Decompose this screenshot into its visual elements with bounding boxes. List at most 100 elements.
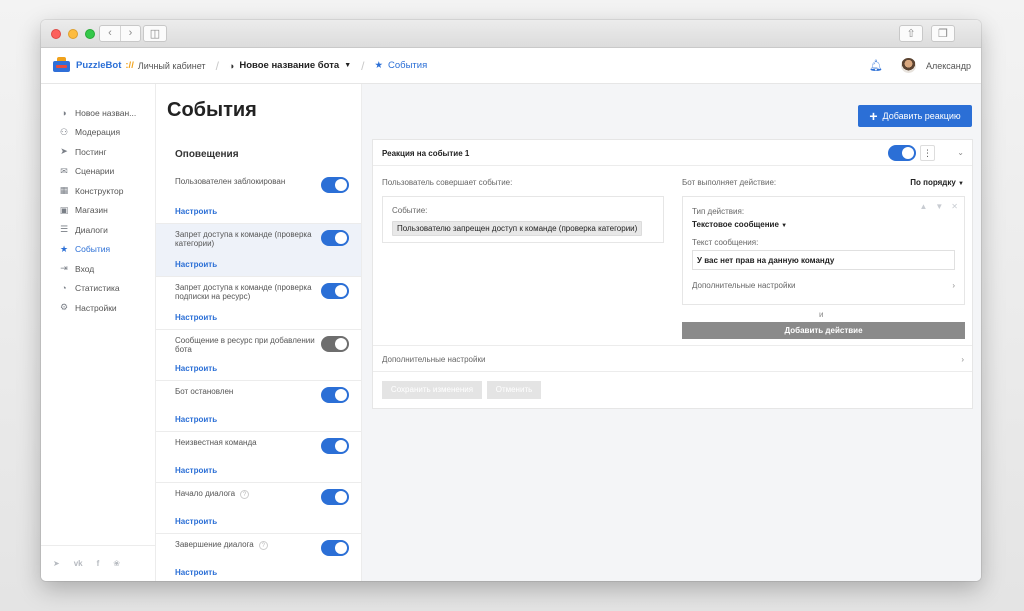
gear-icon: ⚙ <box>59 302 69 313</box>
share-icon[interactable]: ⇧ <box>899 25 923 42</box>
event-toggle[interactable] <box>321 489 349 505</box>
configure-link[interactable]: Настроить <box>175 313 217 322</box>
notifications-bell-icon[interactable]: 🔔︎ <box>869 59 883 72</box>
minimize-window-button[interactable] <box>68 29 78 39</box>
login-icon: ⇥ <box>60 263 68 274</box>
sidebar-toggle-icon[interactable]: ◫ <box>143 25 167 42</box>
sidebar-item-chat[interactable]: ✉ Сценарии <box>41 162 155 182</box>
event-toggle[interactable] <box>321 177 349 193</box>
user-event-label: Пользователь совершает событие: <box>382 178 513 187</box>
sidebar-item-label: Конструктор <box>75 185 124 196</box>
social-links: ➤ vk f ❀ <box>41 545 155 581</box>
sidebar-item-send[interactable]: ➤ Постинг <box>41 142 155 162</box>
cart-icon: ▣ <box>59 204 69 215</box>
sidebar-item-bot[interactable]: ◑ Новое назван... <box>41 103 155 123</box>
sidebar-item-label: Диалоги <box>75 224 108 235</box>
message-text-input[interactable]: У вас нет прав на данную команду <box>692 250 955 270</box>
add-action-button[interactable]: Добавить действие <box>682 322 965 339</box>
reaction-extra-settings-row[interactable]: Дополнительные настройки › <box>373 345 972 372</box>
event-item-label: Завершение диалога? <box>175 540 315 550</box>
main-content: + Добавить реакцию Реакция на событие 1 … <box>362 84 981 581</box>
event-toggle[interactable] <box>321 438 349 454</box>
close-window-button[interactable] <box>51 29 61 39</box>
event-item[interactable]: Неизвестная команда Настроить <box>156 432 361 483</box>
remove-action-icon[interactable]: ✕ <box>951 202 958 211</box>
reaction-toggle[interactable] <box>888 145 916 161</box>
event-chip[interactable]: Пользователю запрещен доступ к команде (… <box>392 221 643 236</box>
action-extra-settings[interactable]: Дополнительные настройки <box>692 281 795 290</box>
twitter-icon[interactable]: ❀ <box>113 559 120 568</box>
configure-link[interactable]: Настроить <box>175 415 217 424</box>
configure-link[interactable]: Настроить <box>175 568 217 577</box>
sidebar-item-chart[interactable]: ◔ Статистика <box>41 279 155 299</box>
vk-icon[interactable]: vk <box>74 559 83 568</box>
sidebar-item-users[interactable]: ⚇ Модерация <box>41 123 155 143</box>
event-toggle[interactable] <box>321 336 349 352</box>
facebook-icon[interactable]: f <box>97 559 100 568</box>
move-up-icon[interactable]: ▲ <box>919 202 927 211</box>
event-toggle[interactable] <box>321 230 349 246</box>
sidebar-item-login[interactable]: ⇥ Вход <box>41 259 155 279</box>
event-item-text: Бот остановлен <box>175 387 234 396</box>
sidebar-item-dialog[interactable]: ☰ Диалоги <box>41 220 155 240</box>
kebab-menu-icon[interactable]: ⋮ <box>920 145 935 161</box>
breadcrumb-bot-selector[interactable]: ◑ Новое название бота ▼ <box>229 60 351 71</box>
add-reaction-button[interactable]: + Добавить реакцию <box>858 105 972 127</box>
action-type-dropdown[interactable]: Текстовое сообщение ▼ <box>692 220 787 229</box>
message-text-label: Текст сообщения: <box>692 238 759 247</box>
event-item-label: Бот остановлен <box>175 387 315 396</box>
sidebar-item-cart[interactable]: ▣ Магазин <box>41 201 155 221</box>
move-down-icon[interactable]: ▼ <box>935 202 943 211</box>
reaction-card-title: Реакция на событие 1 <box>382 149 470 158</box>
bot-icon: ◑ <box>228 60 235 71</box>
event-item[interactable]: Начало диалога? Настроить <box>156 483 361 534</box>
breadcrumb-current[interactable]: ★ События <box>374 60 427 71</box>
star-icon: ★ <box>59 243 69 254</box>
sidebar-item-grid[interactable]: ▦ Конструктор <box>41 181 155 201</box>
configure-link[interactable]: Настроить <box>175 364 217 373</box>
maximize-window-button[interactable] <box>85 29 95 39</box>
and-separator: и <box>819 310 824 319</box>
bot-icon: ◑ <box>61 107 67 118</box>
forward-icon[interactable]: › <box>119 26 140 41</box>
telegram-icon[interactable]: ➤ <box>53 559 60 568</box>
event-item[interactable]: Завершение диалога? Настроить <box>156 534 361 581</box>
tabs-icon[interactable]: ❐ <box>931 25 955 42</box>
event-toggle[interactable] <box>321 540 349 556</box>
back-icon[interactable]: ‹ <box>100 26 120 41</box>
event-item-text: Начало диалога <box>175 489 236 498</box>
configure-link[interactable]: Настроить <box>175 517 217 526</box>
event-item-text: Запрет доступа к команде (проверка подпи… <box>175 283 312 301</box>
send-icon: ➤ <box>60 146 68 157</box>
order-dropdown[interactable]: По порядку ▼ <box>910 178 964 187</box>
help-icon[interactable]: ? <box>240 490 250 499</box>
chevron-down-icon[interactable]: ⌄ <box>957 148 964 157</box>
event-toggle[interactable] <box>321 387 349 403</box>
event-item-label: Запрет доступа к команде (проверка подпи… <box>175 283 315 301</box>
save-changes-button[interactable]: Сохранить изменения <box>382 381 482 399</box>
event-item[interactable]: Бот остановлен Настроить <box>156 381 361 432</box>
chevron-right-icon[interactable]: › <box>952 281 955 290</box>
sidebar-item-star[interactable]: ★ События <box>41 240 155 260</box>
reaction-card: Реакция на событие 1 ⋮ ⌄ Пользователь со… <box>372 139 973 409</box>
event-item-label: Начало диалога? <box>175 489 315 499</box>
chart-icon: ◔ <box>61 283 67 294</box>
event-item[interactable]: Запрет доступа к команде (проверка подпи… <box>156 277 361 330</box>
brand-name[interactable]: PuzzleBot <box>76 60 121 71</box>
event-item[interactable]: Пользователен заблокирован Настроить <box>156 171 361 224</box>
sidebar-item-label: Статистика <box>75 283 120 294</box>
event-item[interactable]: Запрет доступа к команде (проверка катег… <box>156 224 361 277</box>
user-name[interactable]: Александр <box>926 61 971 71</box>
sidebar-item-gear[interactable]: ⚙ Настройки <box>41 298 155 318</box>
event-toggle[interactable] <box>321 283 349 299</box>
cancel-button[interactable]: Отменить <box>487 381 541 399</box>
configure-link[interactable]: Настроить <box>175 207 217 216</box>
caret-down-icon: ▼ <box>958 181 964 187</box>
bot-name: Новое название бота <box>239 60 340 71</box>
configure-link[interactable]: Настроить <box>175 466 217 475</box>
breadcrumb-account[interactable]: Личный кабинет <box>138 61 206 71</box>
event-item[interactable]: Сообщение в ресурс при добавлении бота На… <box>156 330 361 381</box>
avatar[interactable] <box>901 58 916 73</box>
help-icon[interactable]: ? <box>258 541 268 550</box>
configure-link[interactable]: Настроить <box>175 260 217 269</box>
